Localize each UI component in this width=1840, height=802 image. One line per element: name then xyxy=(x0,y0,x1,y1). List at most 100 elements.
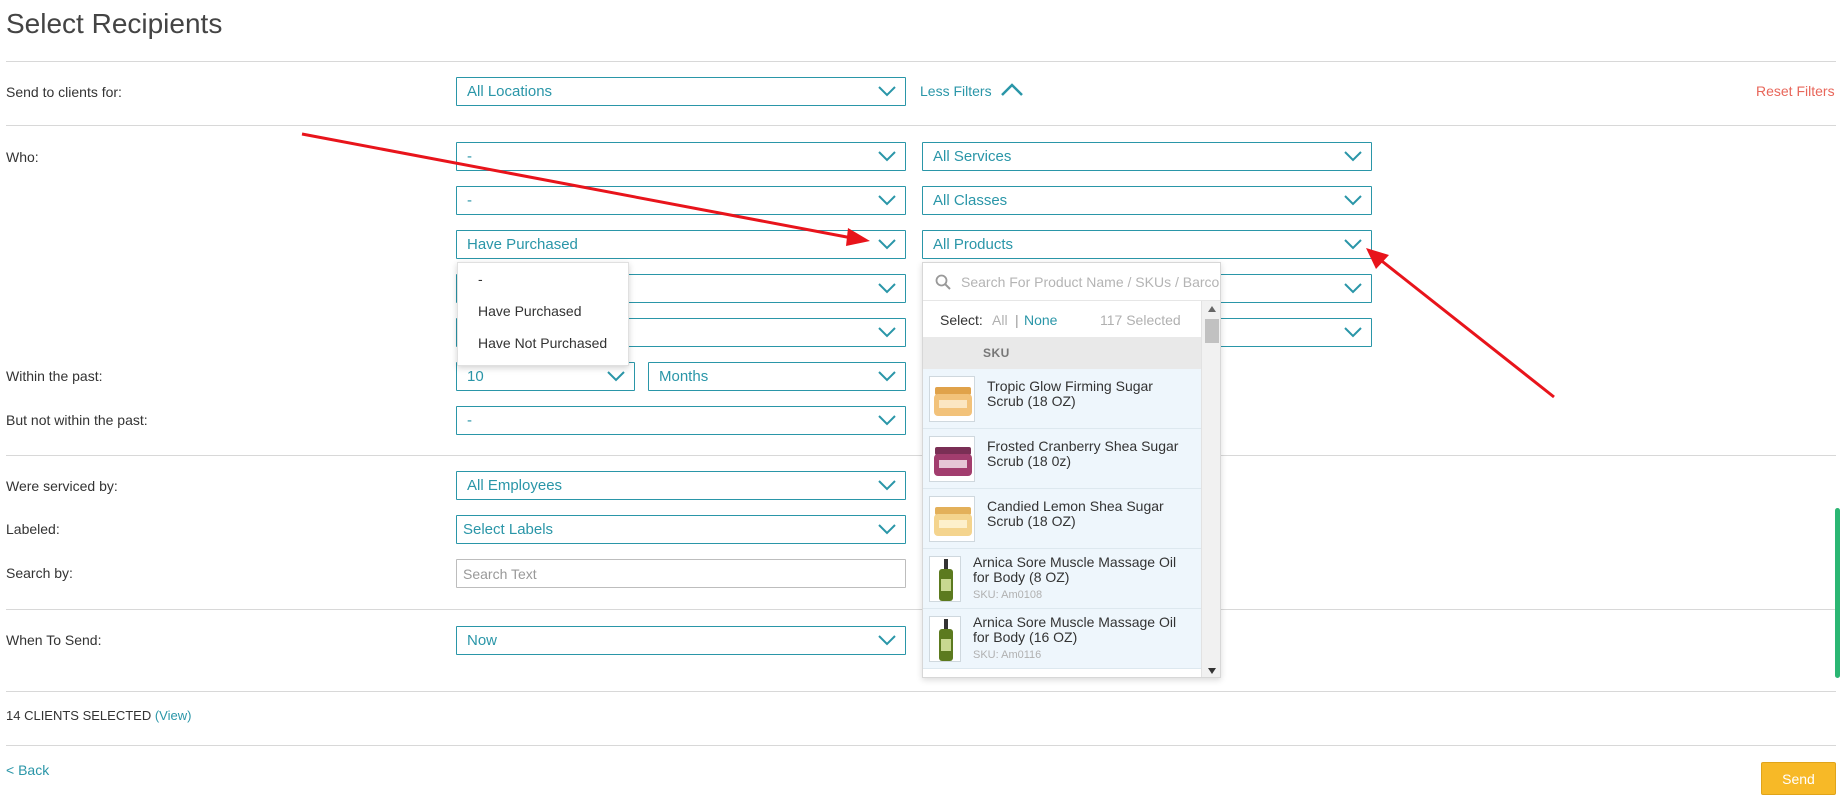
product-row[interactable]: Tropic Glow Firming Sugar Scrub (18 OZ) xyxy=(923,369,1201,429)
search-text-input[interactable]: Search Text xyxy=(456,559,906,588)
reset-filters-link[interactable]: Reset Filters xyxy=(1756,83,1835,99)
scrollbar-thumb[interactable] xyxy=(1205,319,1219,343)
not-within-select[interactable]: - xyxy=(456,406,906,435)
product-dropdown-panel: Search For Product Name / SKUs / Barcode… xyxy=(922,262,1221,678)
product-row[interactable]: Arnica Sore Muscle Massage Oil for Body … xyxy=(923,609,1201,669)
less-filters-label: Less Filters xyxy=(920,83,992,99)
classes-select[interactable]: All Classes xyxy=(922,186,1372,215)
sku-column-header: SKU xyxy=(923,337,1201,369)
chevron-down-icon xyxy=(878,195,896,206)
services-value: All Services xyxy=(933,148,1012,165)
massage-oil-bottle-icon xyxy=(939,619,953,661)
product-name: Frosted Cranberry Shea Sugar Scrub (18 0… xyxy=(987,438,1179,469)
chevron-down-icon xyxy=(1344,283,1362,294)
scroll-down-icon[interactable] xyxy=(1207,667,1217,675)
page-title: Select Recipients xyxy=(6,8,223,39)
select-label: Select: xyxy=(940,312,983,328)
products-value: All Products xyxy=(933,236,1014,253)
product-name: Tropic Glow Firming Sugar Scrub (18 OZ) xyxy=(987,378,1153,409)
product-row[interactable]: Frosted Cranberry Shea Sugar Scrub (18 0… xyxy=(923,429,1201,489)
back-link[interactable]: < Back xyxy=(6,762,49,778)
menu-option[interactable]: Have Not Purchased xyxy=(458,327,628,359)
search-icon xyxy=(935,274,951,290)
divider xyxy=(6,609,1836,610)
divider xyxy=(6,125,1836,126)
select-controls: Select: All | None 117 Selected xyxy=(923,301,1201,337)
select-separator: | xyxy=(1015,312,1019,328)
within-number-value: 10 xyxy=(467,368,484,385)
product-thumbnail xyxy=(929,556,961,602)
when-select[interactable]: Now xyxy=(456,626,906,655)
labels-value: Select Labels xyxy=(463,521,554,538)
chevron-down-icon xyxy=(878,86,896,97)
product-sku: SKU: Am0108 xyxy=(973,589,1043,601)
product-list-scrollbar[interactable] xyxy=(1201,301,1220,677)
selected-count: 117 Selected xyxy=(1100,312,1181,328)
chevron-up-icon xyxy=(1001,83,1023,96)
sugar-scrub-jar-icon xyxy=(934,387,972,416)
not-within-value: - xyxy=(467,412,472,429)
chevron-down-icon xyxy=(1344,327,1362,338)
send-to-label: Send to clients for: xyxy=(6,84,122,100)
clients-selected-count: 14 CLIENTS SELECTED xyxy=(6,708,152,723)
clients-selected: 14 CLIENTS SELECTED (View) xyxy=(6,708,191,723)
chevron-down-icon xyxy=(878,239,896,250)
who-left-select-1[interactable]: - xyxy=(456,142,906,171)
within-label: Within the past: xyxy=(6,368,103,384)
divider xyxy=(6,691,1836,692)
divider xyxy=(6,61,1836,62)
divider xyxy=(6,455,1836,456)
employees-value: All Employees xyxy=(467,477,563,494)
employees-select[interactable]: All Employees xyxy=(456,471,906,500)
purchase-status-menu: - Have Purchased Have Not Purchased xyxy=(457,262,629,366)
within-unit-select[interactable]: Months xyxy=(648,362,906,391)
product-thumbnail xyxy=(929,436,975,482)
scroll-up-icon[interactable] xyxy=(1207,305,1217,313)
chevron-down-icon xyxy=(1344,151,1362,162)
serviced-label: Were serviced by: xyxy=(6,478,118,494)
when-label: When To Send: xyxy=(6,632,102,648)
locations-select[interactable]: All Locations xyxy=(456,77,906,106)
product-name: Arnica Sore Muscle Massage Oil for Body … xyxy=(973,614,1177,645)
product-row[interactable]: Candied Lemon Shea Sugar Scrub (18 OZ) xyxy=(923,489,1201,549)
product-row[interactable]: Arnica Sore Muscle Massage Oil for Body … xyxy=(923,549,1201,609)
purchase-status-select[interactable]: Have Purchased xyxy=(456,230,906,259)
who-left-value-2: - xyxy=(467,192,472,209)
who-left-value-1: - xyxy=(467,148,472,165)
less-filters-button[interactable]: Less Filters xyxy=(920,83,1023,99)
menu-option[interactable]: - xyxy=(458,263,628,295)
labels-select[interactable]: Select Labels xyxy=(456,515,906,544)
select-none-link[interactable]: None xyxy=(1024,312,1057,328)
product-thumbnail xyxy=(929,496,975,542)
sku-header-label: SKU xyxy=(983,346,1010,360)
chevron-down-icon xyxy=(878,151,896,162)
chevron-down-icon xyxy=(878,524,896,535)
search-by-label: Search by: xyxy=(6,565,73,581)
chevron-down-icon xyxy=(878,480,896,491)
product-thumbnail xyxy=(929,376,975,422)
product-name: Candied Lemon Shea Sugar Scrub (18 OZ) xyxy=(987,498,1164,529)
send-button[interactable]: Send xyxy=(1761,762,1836,795)
services-select[interactable]: All Services xyxy=(922,142,1372,171)
chevron-down-icon xyxy=(878,371,896,382)
chevron-down-icon xyxy=(1344,239,1362,250)
side-tab[interactable] xyxy=(1835,508,1840,678)
who-label: Who: xyxy=(6,149,39,165)
product-search-field[interactable]: Search For Product Name / SKUs / Barcode xyxy=(923,263,1220,301)
within-number-select[interactable]: 10 xyxy=(456,362,635,391)
product-thumbnail xyxy=(929,616,961,662)
chevron-down-icon xyxy=(878,283,896,294)
sugar-scrub-jar-icon xyxy=(934,507,972,536)
select-all-link[interactable]: All xyxy=(992,312,1008,328)
massage-oil-bottle-icon xyxy=(939,559,953,601)
not-within-label: But not within the past: xyxy=(6,412,148,428)
divider xyxy=(6,745,1836,746)
chevron-down-icon xyxy=(1344,195,1362,206)
view-clients-link[interactable]: (View) xyxy=(155,708,192,723)
chevron-down-icon xyxy=(878,635,896,646)
menu-option[interactable]: Have Purchased xyxy=(458,295,628,327)
who-left-select-2[interactable]: - xyxy=(456,186,906,215)
product-list: Tropic Glow Firming Sugar Scrub (18 OZ) … xyxy=(923,369,1201,669)
classes-value: All Classes xyxy=(933,192,1008,209)
products-select[interactable]: All Products xyxy=(922,230,1372,259)
